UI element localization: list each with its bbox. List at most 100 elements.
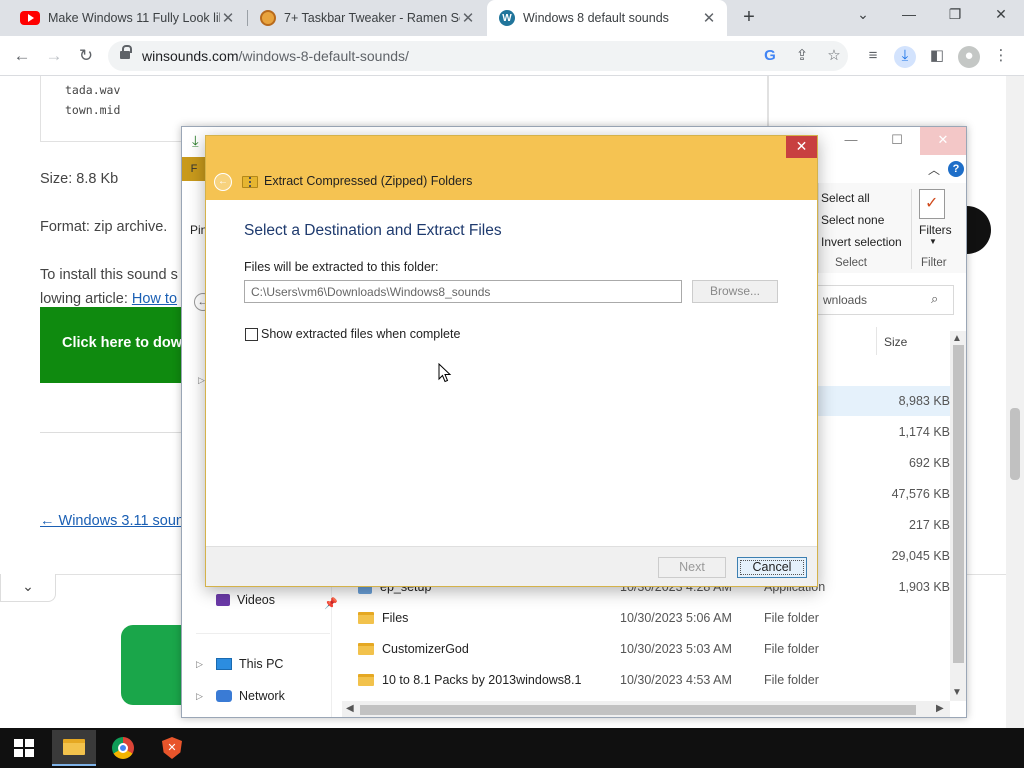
url-text[interactable]: winsounds.com/windows-8-default-sounds/ <box>142 48 409 64</box>
file-row[interactable]: CustomizerGod 10/30/2023 5:03 AM File fo… <box>352 634 952 664</box>
nav-separator <box>196 633 330 634</box>
dialog-title: Extract Compressed (Zipped) Folders <box>264 174 473 188</box>
nav-item-this-pc[interactable]: ▷ This PC <box>196 657 283 671</box>
youtube-icon <box>20 11 40 25</box>
bookmark-star-icon[interactable]: ☆ <box>824 46 844 66</box>
nav-item-network[interactable]: ▷ Network <box>196 689 285 703</box>
file-row[interactable]: 10 to 8.1 Packs by 2013windows8.1 10/30/… <box>352 665 952 695</box>
page-scrollbar[interactable] <box>1006 76 1024 728</box>
download-button[interactable]: Click here to down <box>40 307 200 383</box>
google-lens-icon[interactable]: G <box>760 46 780 66</box>
cancel-button[interactable]: Cancel <box>737 557 807 578</box>
windows-taskbar: ✕ <box>0 728 1024 768</box>
size-column-header[interactable]: Size <box>884 335 907 349</box>
tab-winsounds[interactable]: W Windows 8 default sounds ✕ <box>487 0 727 36</box>
expand-chevron-icon[interactable]: ▷ <box>196 691 208 702</box>
forward-arrow-icon[interactable]: → <box>42 44 66 68</box>
code-line: tada.wav <box>65 83 121 97</box>
file-size: 47,576 KB <box>891 487 950 501</box>
dialog-footer: Next Cancel <box>206 546 817 586</box>
next-button[interactable]: Next <box>658 557 726 578</box>
explorer-search-box[interactable]: wnloads ⌕ <box>814 285 954 315</box>
side-panel-icon[interactable]: ◧ <box>926 46 948 68</box>
folder-icon <box>358 674 374 686</box>
browser-toolbar: ← → ↻ winsounds.com/windows-8-default-so… <box>0 36 1024 76</box>
help-icon[interactable]: ? <box>948 161 964 177</box>
tab-search-chevron-icon[interactable]: ⌄ <box>840 0 886 30</box>
dialog-back-arrow-icon[interactable]: ← <box>214 173 232 191</box>
scroll-up-arrow-icon[interactable]: ▲ <box>952 333 962 344</box>
tab-ramensoftware[interactable]: 7+ Taskbar Tweaker - Ramen So ✕ <box>248 0 486 36</box>
address-bar[interactable]: winsounds.com/windows-8-default-sounds/ … <box>108 41 848 71</box>
previous-post-link[interactable]: ← Windows 3.11 soun <box>40 513 184 529</box>
close-tab-icon[interactable]: ✕ <box>220 9 236 27</box>
close-window-button[interactable]: ✕ <box>978 0 1024 30</box>
file-date: 10/30/2023 5:03 AM <box>620 642 732 656</box>
destination-folder-input[interactable] <box>244 280 682 303</box>
tab-title: Windows 8 default sounds <box>523 11 669 25</box>
install-text: To install this sound s <box>40 267 178 283</box>
dialog-heading: Select a Destination and Extract Files <box>244 222 502 239</box>
back-arrow-icon[interactable]: ← <box>10 44 34 68</box>
zip-folder-icon <box>242 176 258 188</box>
downloads-folder-icon: ⤓ <box>192 133 199 150</box>
nav-item-videos[interactable]: Videos <box>196 593 275 607</box>
file-list-hscroll-thumb[interactable] <box>360 705 916 715</box>
destination-label: Files will be extracted to this folder: <box>244 260 439 274</box>
scroll-right-arrow-icon[interactable]: ▶ <box>936 703 944 714</box>
scroll-down-arrow-icon[interactable]: ▼ <box>952 687 962 698</box>
new-tab-button[interactable]: + <box>738 6 760 28</box>
ribbon-group-label: Filter <box>921 257 947 269</box>
filters-dropdown-icon[interactable]: ▼ <box>929 237 937 246</box>
expand-chevron-icon[interactable]: ▷ <box>198 375 205 386</box>
download-icon[interactable]: ⤓ <box>894 46 916 68</box>
extract-dialog: ✕ ← Extract Compressed (Zipped) Folders … <box>205 135 818 587</box>
chrome-icon <box>112 737 134 759</box>
file-menu-tab[interactable]: F <box>182 157 206 181</box>
windows-start-icon[interactable] <box>14 739 34 757</box>
explorer-maximize-button[interactable]: ☐ <box>874 127 920 155</box>
close-tab-icon[interactable]: ✕ <box>701 9 717 27</box>
share-icon[interactable]: ⇪ <box>792 46 812 66</box>
select-all-button[interactable]: Select all <box>821 191 870 205</box>
ribbon-collapse-chevron-icon[interactable]: ︿ <box>928 161 940 178</box>
show-extracted-files-label[interactable]: Show extracted files when complete <box>261 327 460 341</box>
article-link[interactable]: How to <box>132 291 177 307</box>
code-line: town.mid <box>65 103 121 117</box>
reading-list-icon[interactable]: ≡ <box>862 46 884 68</box>
show-extracted-files-checkbox[interactable] <box>245 328 258 341</box>
restore-button[interactable]: ❐ <box>932 0 978 30</box>
tab-youtube[interactable]: Make Windows 11 Fully Look lik ✕ <box>8 0 246 36</box>
minimize-button[interactable]: — <box>886 0 932 30</box>
search-icon[interactable]: ⌕ <box>931 291 938 307</box>
explorer-minimize-button[interactable]: — <box>828 127 874 155</box>
explorer-close-button[interactable]: ✕ <box>920 127 966 155</box>
file-size: 217 KB <box>908 518 950 532</box>
taskbar-shield-app[interactable]: ✕ <box>150 730 194 766</box>
file-size: 1,903 KB <box>898 580 950 594</box>
invert-selection-button[interactable]: Invert selection <box>821 235 902 249</box>
select-none-button[interactable]: Select none <box>821 213 884 227</box>
page-scrollbar-thumb[interactable] <box>1010 408 1020 480</box>
filters-button[interactable]: Filters <box>919 223 952 237</box>
wordpress-icon: W <box>499 10 515 26</box>
reload-icon[interactable]: ↻ <box>74 44 98 68</box>
ramen-icon <box>260 10 276 26</box>
browse-button[interactable]: Browse... <box>692 280 778 303</box>
close-tab-icon[interactable]: ✕ <box>460 9 476 27</box>
expand-chevron-icon[interactable]: ▷ <box>196 659 208 670</box>
browser-tab-strip: Make Windows 11 Fully Look lik ✕ 7+ Task… <box>0 0 1024 36</box>
taskbar-chrome[interactable] <box>101 730 145 766</box>
tab-title: Make Windows 11 Fully Look lik <box>48 11 220 25</box>
collapse-chevron-icon[interactable]: ⌄ <box>0 574 56 602</box>
filters-icon[interactable] <box>919 189 945 219</box>
dialog-close-button[interactable]: ✕ <box>786 136 817 158</box>
profile-avatar-icon[interactable]: ● <box>958 46 980 68</box>
file-row[interactable]: Files 10/30/2023 5:06 AM File folder <box>352 603 952 633</box>
scroll-left-arrow-icon[interactable]: ◀ <box>346 703 354 714</box>
file-list-vscroll-thumb[interactable] <box>953 345 964 663</box>
taskbar-file-explorer[interactable] <box>52 730 96 766</box>
menu-kebab-icon[interactable]: ⋮ <box>990 46 1012 68</box>
lock-icon[interactable] <box>120 45 132 61</box>
folder-icon <box>358 643 374 655</box>
